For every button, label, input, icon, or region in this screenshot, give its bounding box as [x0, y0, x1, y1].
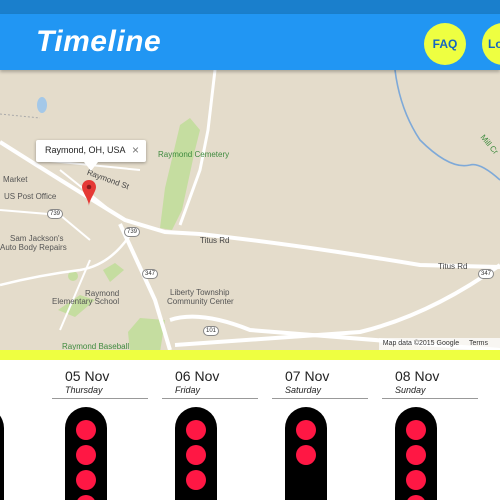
map-label-us-post-office: US Post Office: [4, 192, 57, 201]
day-weekday: Thursday: [65, 385, 103, 395]
day-divider: [272, 398, 368, 399]
event-dot[interactable]: [76, 420, 96, 440]
route-shield-347: 347: [142, 269, 159, 279]
timeline-track-partial: [0, 407, 4, 500]
day-divider: [162, 398, 258, 399]
app-logo[interactable]: Timeline: [36, 25, 161, 59]
route-shield-101: 101: [203, 326, 220, 336]
route-shield-739: 739: [124, 227, 141, 237]
day-track: [175, 407, 217, 500]
day-divider: [382, 398, 478, 399]
map-label-sam-jackson: Sam Jackson's: [10, 234, 64, 243]
event-dot[interactable]: [406, 420, 426, 440]
day-date: 07 Nov: [285, 368, 330, 384]
event-dot[interactable]: [76, 470, 96, 490]
map-data-credit: Map data ©2015 Google: [382, 340, 460, 347]
day-track: [395, 407, 437, 500]
map-base: [0, 70, 500, 350]
login-button[interactable]: Lo: [482, 23, 500, 65]
event-dot[interactable]: [186, 470, 206, 490]
map-label-raymond-baseball: Raymond Baseball: [62, 342, 130, 350]
map-view[interactable]: Raymond St Raymond Cemetery Market US Po…: [0, 70, 500, 350]
event-dot[interactable]: [186, 445, 206, 465]
day-track: [285, 407, 327, 500]
map-label-raymond-cemetery: Raymond Cemetery: [158, 150, 230, 159]
map-label-liberty-township: Liberty Township: [170, 288, 230, 297]
day-weekday: Friday: [175, 385, 201, 395]
map-label-titus-rd-east: Titus Rd: [438, 262, 468, 271]
day-date: 08 Nov: [395, 368, 440, 384]
day-track: [65, 407, 107, 500]
map-pin-icon[interactable]: [82, 180, 96, 206]
faq-button[interactable]: FAQ: [424, 23, 466, 65]
route-shield-347: 347: [478, 269, 495, 279]
event-dot[interactable]: [186, 420, 206, 440]
route-shield-739: 739: [47, 209, 64, 219]
close-icon[interactable]: ×: [132, 143, 139, 157]
event-dot[interactable]: [406, 495, 426, 500]
map-attribution: Map data ©2015 Google Terms: [378, 338, 500, 350]
event-dot[interactable]: [76, 495, 96, 500]
info-window-text: Raymond, OH, USA: [45, 145, 126, 155]
event-dot[interactable]: [296, 445, 316, 465]
day-weekday: Saturday: [285, 385, 322, 395]
map-terms-link[interactable]: Terms: [469, 340, 488, 347]
event-dot[interactable]: [406, 445, 426, 465]
map-label-market: Market: [3, 175, 28, 184]
event-dot[interactable]: [76, 445, 96, 465]
day-divider: [52, 398, 148, 399]
accent-band: [0, 350, 500, 360]
day-date: 06 Nov: [175, 368, 220, 384]
day-date: 05 Nov: [65, 368, 110, 384]
map-info-window: Raymond, OH, USA ×: [36, 140, 146, 171]
event-dot[interactable]: [296, 420, 316, 440]
app-header: Timeline FAQ Lo: [0, 14, 500, 70]
event-dot[interactable]: [406, 470, 426, 490]
map-label-community-center: Community Center: [167, 297, 234, 306]
top-strip: [0, 0, 500, 14]
map-label-auto-body: Auto Body Repairs: [0, 243, 67, 252]
map-label-elementary-school: Elementary School: [52, 297, 120, 306]
map-label-titus-rd: Titus Rd: [200, 236, 230, 245]
day-weekday: Sunday: [395, 385, 426, 395]
timeline-strip[interactable]: 05 Nov Thursday 06 Nov Friday 07 Nov Sat…: [0, 360, 500, 500]
